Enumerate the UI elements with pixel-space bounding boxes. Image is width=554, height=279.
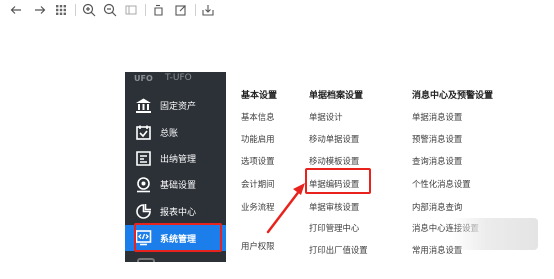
annotation-arrow	[266, 183, 305, 234]
